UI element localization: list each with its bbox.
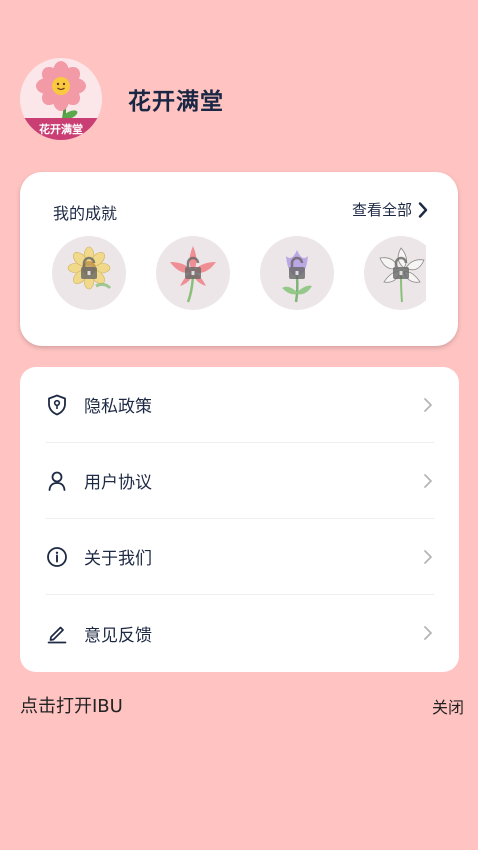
- chevron-right-icon: [418, 201, 428, 218]
- menu-item-user-agreement[interactable]: 用户协议: [46, 443, 434, 519]
- view-all-button[interactable]: 查看全部: [352, 199, 428, 220]
- sunflower-locked-badge-icon: [67, 246, 112, 290]
- user-icon: [46, 470, 68, 492]
- menu-item-label: 隐私政策: [84, 397, 152, 417]
- username: 花开满堂: [128, 89, 224, 115]
- menu-item-label: 关于我们: [84, 549, 152, 569]
- avatar-banner-text: 花开满堂: [20, 118, 102, 140]
- menu-item-feedback[interactable]: 意见反馈: [46, 595, 434, 671]
- badge-white-flower[interactable]: [364, 236, 426, 310]
- badge-lily[interactable]: [156, 236, 230, 310]
- close-button[interactable]: 关闭: [432, 694, 464, 718]
- edit-pen-icon: [46, 622, 68, 644]
- tulip-locked-badge-icon: [282, 250, 312, 303]
- white-flower-locked-badge-icon: [379, 247, 425, 303]
- chevron-right-icon: [424, 397, 432, 412]
- menu-item-about-us[interactable]: 关于我们: [46, 519, 434, 595]
- achievements-title: 我的成就: [53, 204, 118, 223]
- settings-menu: 隐私政策 用户协议 关于我们 意见反馈: [20, 367, 459, 672]
- profile-header: 花开满堂 花开满堂: [20, 58, 224, 140]
- badge-sunflower[interactable]: [52, 236, 126, 310]
- menu-item-label: 意见反馈: [84, 625, 152, 646]
- chevron-right-icon: [424, 549, 432, 564]
- badge-tulip[interactable]: [260, 236, 334, 310]
- menu-item-privacy-policy[interactable]: 隐私政策: [46, 367, 434, 443]
- open-ibu-link[interactable]: 点击打开IBU: [20, 692, 123, 718]
- achievements-card: 我的成就 查看全部: [20, 172, 458, 346]
- info-icon: [46, 546, 68, 568]
- shield-lock-icon: [46, 394, 68, 416]
- menu-item-label: 用户协议: [84, 473, 152, 493]
- chevron-right-icon: [424, 473, 432, 488]
- avatar[interactable]: 花开满堂: [20, 58, 102, 140]
- chevron-right-icon: [424, 626, 432, 640]
- view-all-label: 查看全部: [351, 201, 412, 219]
- badge-list: [52, 236, 426, 312]
- lily-locked-badge-icon: [170, 246, 216, 303]
